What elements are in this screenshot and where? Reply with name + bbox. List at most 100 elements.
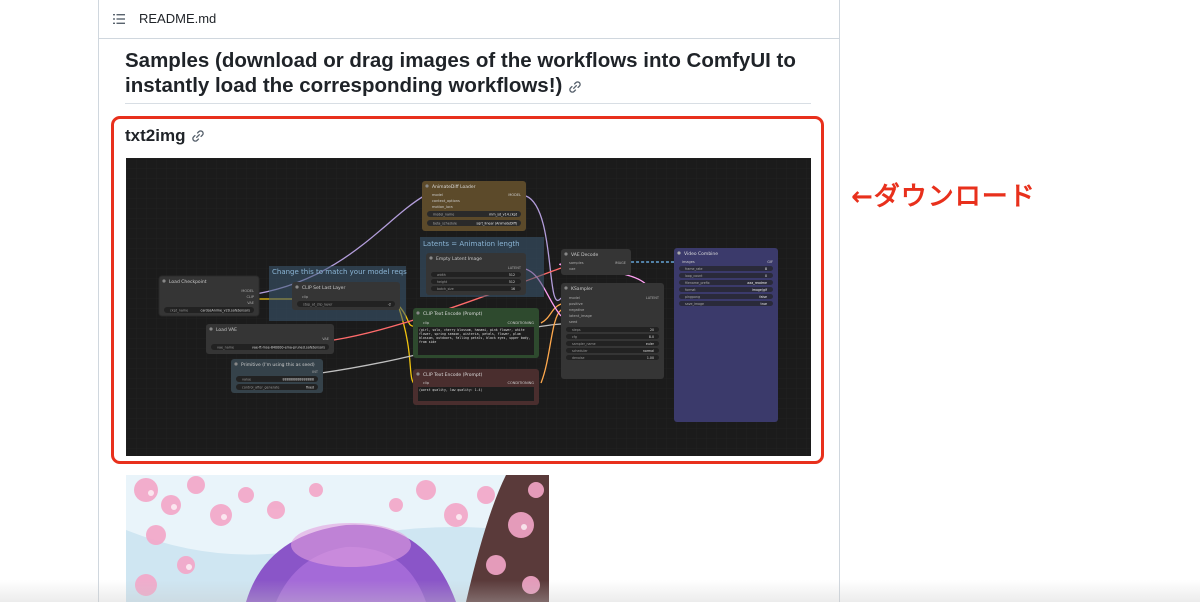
anchor-link-icon[interactable] [568, 80, 582, 94]
output-vae: VAE [322, 337, 329, 341]
node-title: AnimateDiff Loader [432, 184, 476, 190]
readme-panel: README.md Samples (download or drag imag… [98, 0, 840, 602]
node-title: CLIP Text Encode (Prompt) [423, 372, 483, 378]
widget-label: frame_rate [685, 267, 703, 271]
node-clip-text-negative[interactable]: CLIP Text Encode (Prompt) clip CONDITION… [413, 369, 539, 405]
output-image: IMAGE [615, 261, 626, 265]
workflow-image[interactable]: Load Checkpoint MODEL CLIP VAE ckpt_name… [126, 158, 811, 456]
input-clip: clip [423, 381, 430, 385]
node-title: Primitive (I'm using this as seed) [241, 362, 315, 368]
heading-divider [125, 103, 811, 104]
widget-label: denoise [572, 356, 585, 360]
widget-value: normal [643, 349, 654, 353]
output-model: MODEL [508, 193, 521, 197]
prompt-text[interactable]: (girl, solo, cherry blossom, hanami, pin… [419, 328, 533, 344]
widget-label: stop_at_clip_layer [303, 303, 333, 307]
widget-value: mm_sd_v14.ckpt [489, 213, 518, 217]
widget-value: euler [646, 342, 655, 346]
output-vae: VAE [247, 301, 254, 305]
input-positive: positive [569, 302, 583, 306]
input-samples: samples [569, 261, 584, 265]
widget-label: control_after_generate [242, 386, 279, 390]
widget-value: 8 [765, 267, 767, 271]
input-model: model [569, 296, 580, 300]
widget-label: height [437, 280, 448, 284]
input-clip: clip [423, 321, 430, 325]
widget-value: image/gif [752, 288, 768, 292]
widget-value: true [760, 302, 767, 306]
widget-value: sqrt_linear (AnimateDiff) [476, 222, 517, 226]
widget-value: false [759, 295, 767, 299]
node-load-checkpoint[interactable]: Load Checkpoint MODEL CLIP VAE ckpt_name… [158, 275, 260, 317]
output-gif: GIF [767, 260, 773, 264]
widget-label: batch_size [437, 287, 454, 291]
input-clip: clip [302, 295, 309, 299]
input-context-options: context_options [432, 199, 460, 203]
txt2img-heading: txt2img [125, 126, 205, 146]
widget-label: steps [572, 328, 581, 332]
output-int: INT [312, 370, 319, 374]
group-title: Latents = Animation length [423, 240, 520, 248]
widget-label: beta_schedule [433, 222, 457, 226]
readme-header: README.md [99, 0, 839, 39]
output-conditioning: CONDITIONING [508, 321, 535, 325]
node-clip-set-last-layer[interactable]: CLIP Set Last Layer clip stop_at_clip_la… [292, 282, 400, 310]
output-model: MODEL [241, 289, 254, 293]
input-seed: seed [569, 320, 577, 324]
widget-label: vae_name [217, 346, 234, 350]
widget-label: value [242, 378, 251, 382]
widget-label: scheduler [572, 349, 588, 353]
prompt-text[interactable]: (worst quality, low quality: 1.4) [419, 388, 533, 392]
node-animatediff-loader[interactable]: AnimateDiff Loader model context_options… [422, 181, 526, 231]
readme-filename: README.md [139, 11, 217, 26]
widget-value: 16 [511, 287, 515, 291]
widget-value: cardosAnime_v20.safetensors [201, 309, 251, 313]
download-annotation: ←ダウンロード [851, 182, 1036, 212]
widget-value: 512 [509, 273, 515, 277]
node-ksampler[interactable]: KSampler LATENT model positive negative … [561, 283, 664, 379]
input-model: model [432, 193, 443, 197]
widget-value: 20 [650, 328, 654, 332]
output-clip: CLIP [246, 295, 254, 299]
input-latent-image: latent_image [569, 314, 592, 318]
widget-value: 888888888888888 [283, 378, 314, 382]
input-vae: vae [569, 267, 575, 271]
samples-heading: Samples (download or drag images of the … [125, 48, 825, 98]
widget-label: save_image [685, 302, 704, 306]
widget-label: width [437, 273, 446, 277]
node-empty-latent[interactable]: Empty Latent Image LATENT width 512 heig… [426, 253, 526, 295]
node-title: Video Combine [684, 251, 718, 257]
widget-label: ckpt_name [170, 309, 188, 313]
anchor-link-icon[interactable] [191, 129, 205, 143]
node-primitive[interactable]: Primitive (I'm using this as seed) INT v… [231, 359, 323, 393]
input-images: images [682, 260, 695, 264]
widget-value: 512 [509, 280, 515, 284]
output-latent: LATENT [508, 266, 522, 270]
outline-list-icon[interactable] [113, 13, 125, 25]
node-clip-text-positive[interactable]: CLIP Text Encode (Prompt) clip CONDITION… [413, 308, 539, 358]
input-motion-lora: motion_lora [432, 205, 453, 209]
widget-value: vae-ft-mse-840000-ema-pruned.safetensors [252, 346, 325, 350]
node-title: KSampler [571, 286, 593, 292]
widget-value: 0 [765, 274, 767, 278]
widget-label: cfg [572, 335, 577, 339]
widget-value: 1.00 [647, 356, 654, 360]
input-negative: negative [569, 308, 584, 312]
widget-value: fixed [306, 386, 314, 390]
samples-heading-text: Samples (download or drag images of the … [125, 49, 796, 97]
node-title: Empty Latent Image [436, 256, 482, 262]
widget-label: filename_prefix [685, 281, 710, 285]
node-title: CLIP Set Last Layer [302, 285, 345, 291]
widget-label: format [685, 288, 696, 292]
txt2img-heading-text: txt2img [125, 126, 186, 145]
sample-output-image[interactable] [126, 475, 549, 602]
node-vae-decode[interactable]: VAE Decode samples vae IMAGE [561, 249, 631, 275]
node-load-vae[interactable]: Load VAE VAE vae_name vae-ft-mse-840000-… [206, 324, 334, 354]
group-title: Change this to match your model reqs [272, 268, 407, 276]
output-conditioning: CONDITIONING [508, 381, 535, 385]
node-title: Load VAE [216, 327, 237, 333]
widget-value: -2 [388, 303, 391, 307]
widget-value: 8.0 [649, 335, 654, 339]
node-title: CLIP Text Encode (Prompt) [423, 311, 483, 317]
node-video-combine[interactable]: Video Combine images GIF frame_rate 8 lo… [674, 248, 778, 422]
